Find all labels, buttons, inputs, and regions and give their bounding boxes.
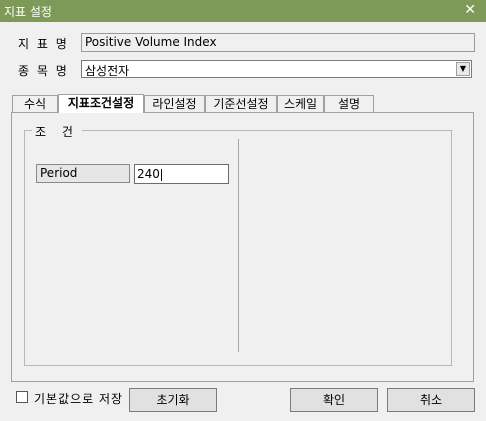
title-bar: 지표 설정 ✕ [0,0,486,22]
stock-name-label: 종 목 명 [18,64,69,78]
indicator-name-label: 지 표 명 [18,37,69,51]
chevron-down-icon[interactable]: ▼ [456,62,470,76]
tab-scale[interactable]: 스케일 [277,95,324,112]
ok-button[interactable]: 확인 [290,388,378,412]
save-default-label[interactable]: 기본값으로 저장 [34,390,123,407]
reset-button[interactable]: 초기화 [129,388,217,412]
tab-panel: 조 건 Period 240 [11,112,474,382]
window-title: 지표 설정 [4,5,52,19]
divider [238,139,239,352]
conditions-group-title: 조 건 [32,123,82,140]
tab-formula[interactable]: 수식 [12,95,58,112]
indicator-name-field: Positive Volume Index [81,33,475,52]
cancel-button[interactable]: 취소 [387,388,475,412]
period-value: 240 [137,167,160,181]
conditions-group: 조 건 Period 240 [24,123,452,366]
stock-name-select[interactable]: 삼성전자 ▼ [81,60,472,78]
period-label: Period [36,164,130,183]
tab-description[interactable]: 설명 [324,95,374,112]
text-caret [160,168,162,181]
tab-condition-settings[interactable]: 지표조건설정 [58,94,144,113]
period-input[interactable]: 240 [134,164,229,184]
tab-baseline-settings[interactable]: 기준선설정 [205,95,277,112]
save-default-checkbox[interactable] [16,391,28,403]
stock-name-value: 삼성전자 [85,64,130,78]
close-icon[interactable]: ✕ [464,2,476,18]
tab-line-settings[interactable]: 라인설정 [144,95,205,112]
